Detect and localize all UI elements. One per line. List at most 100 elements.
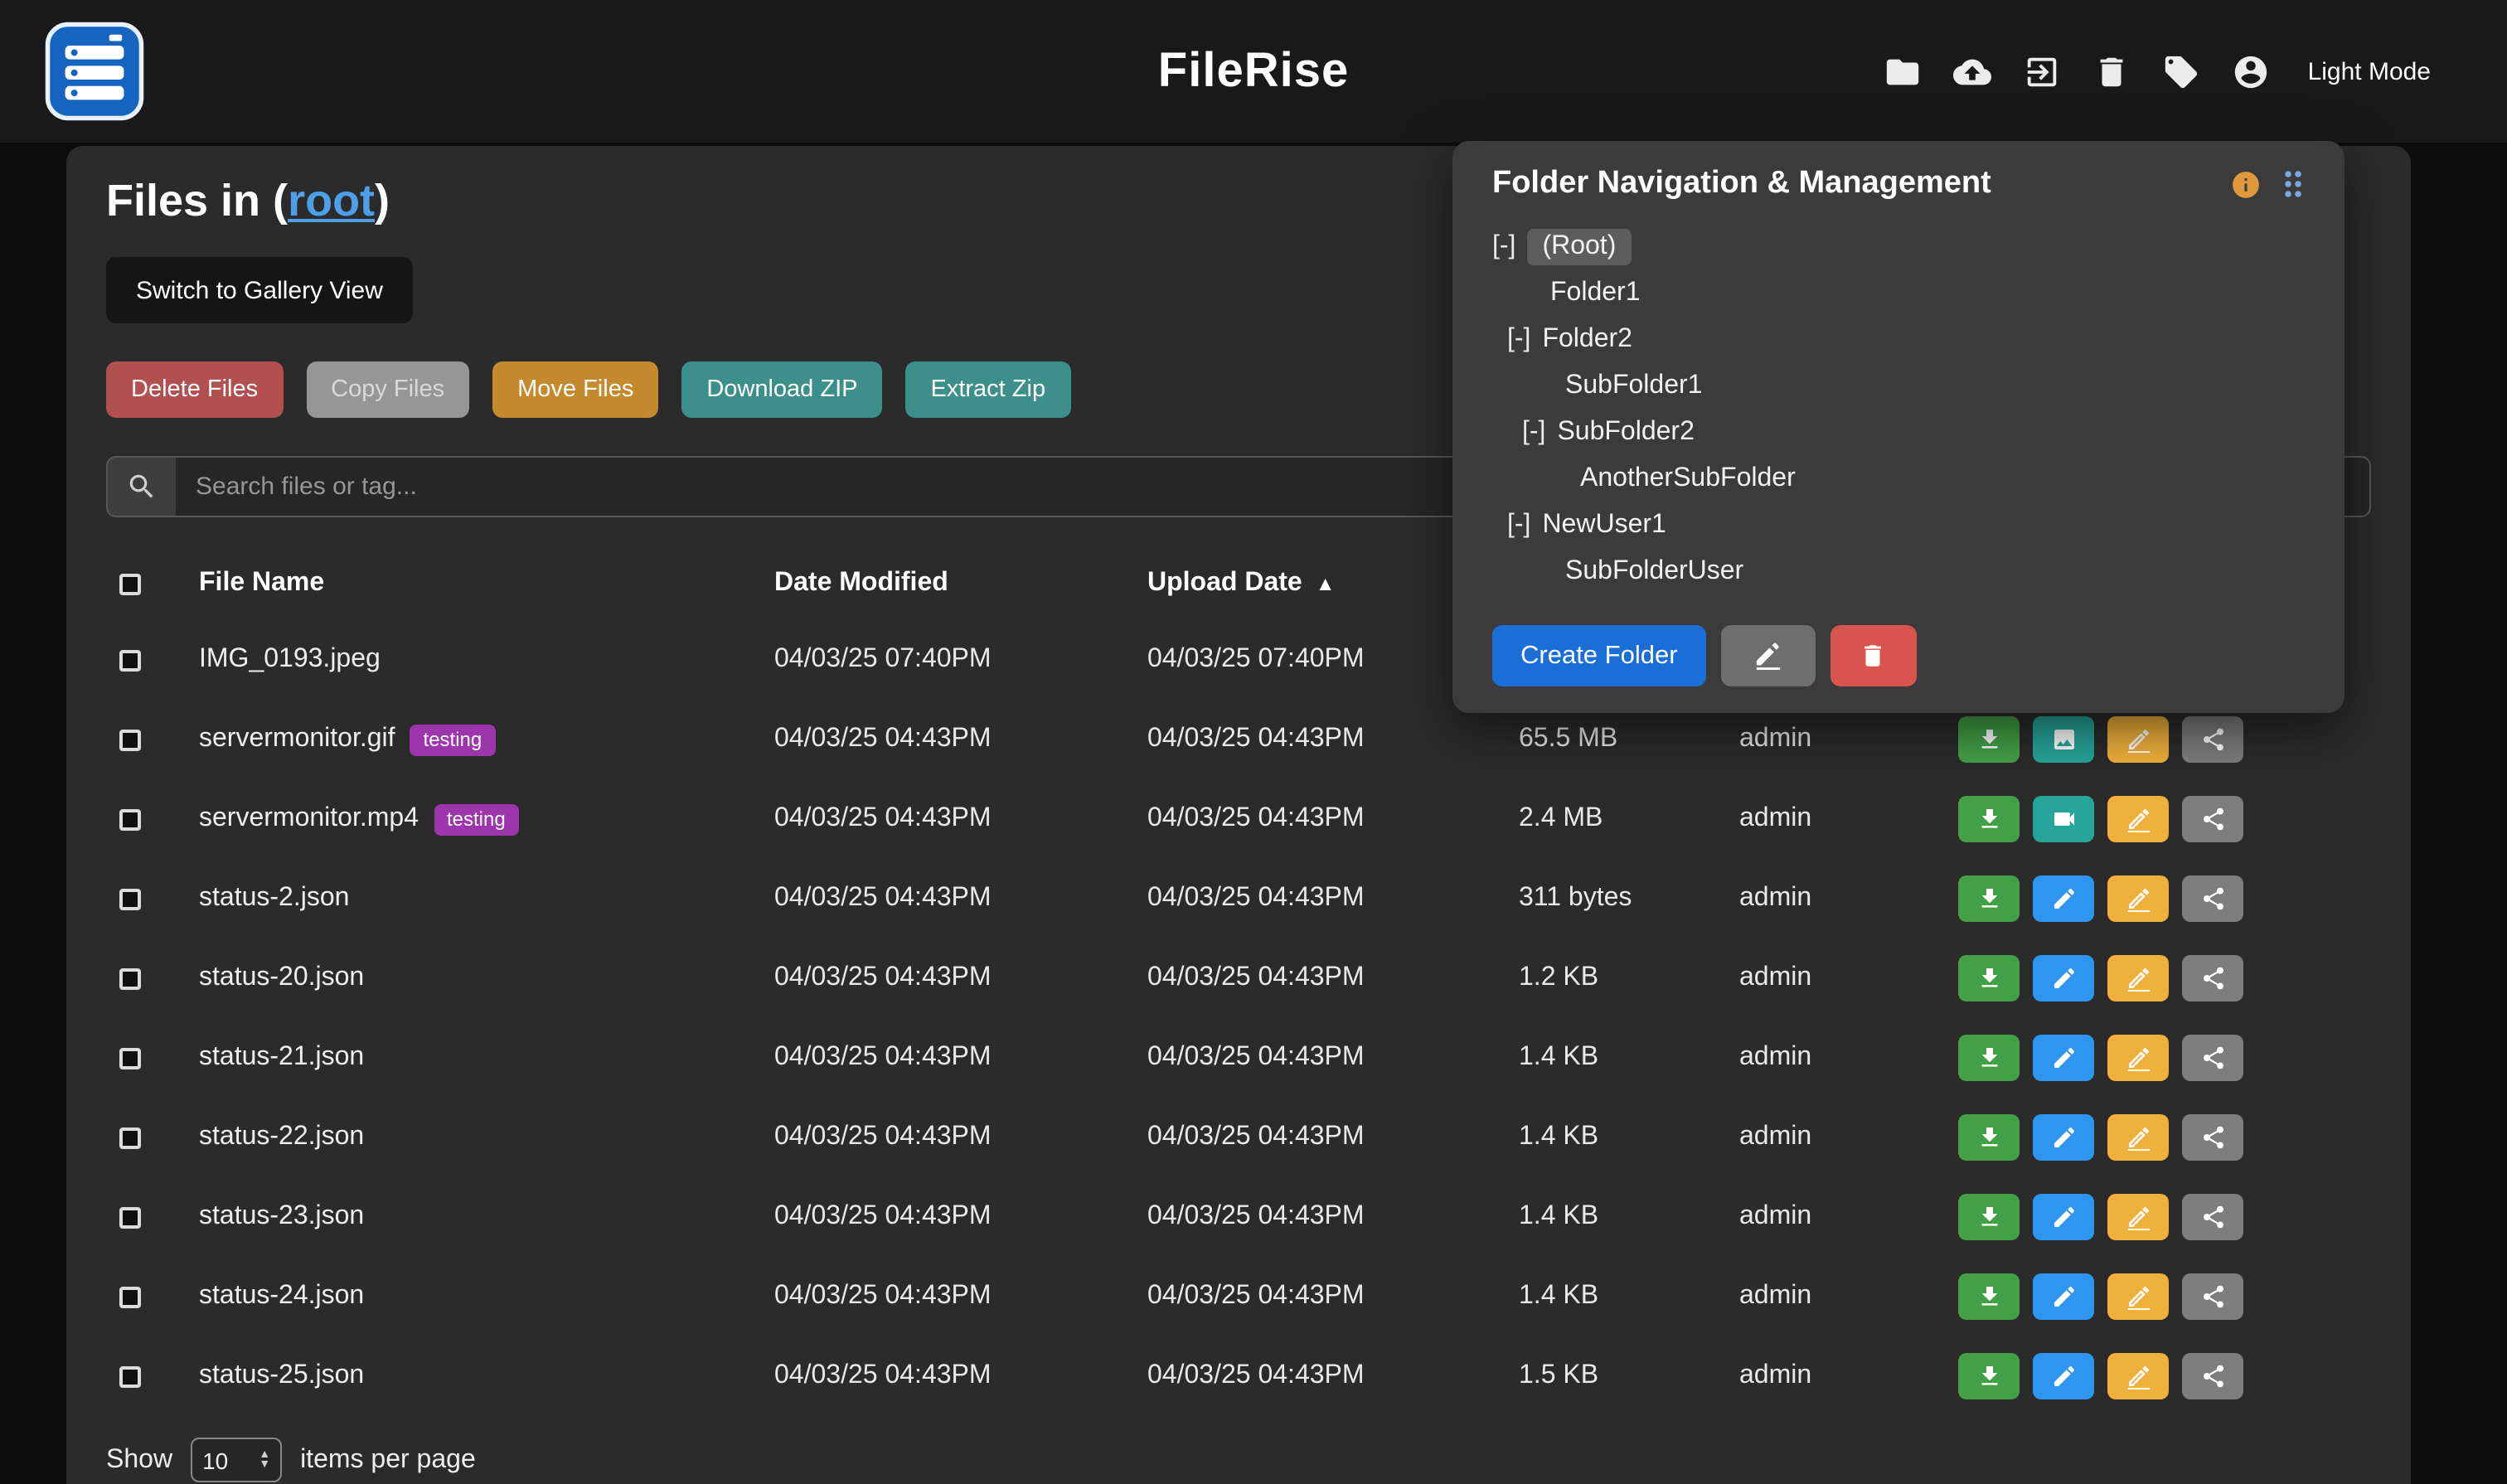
share-button[interactable] <box>2182 716 2243 763</box>
edit-button[interactable] <box>2033 1035 2094 1081</box>
sort-ascending-icon[interactable]: ▲ <box>1316 572 1336 595</box>
file-tag-badge: testing <box>410 724 496 755</box>
tree-item[interactable]: [-] NewUser1 <box>1492 502 2305 549</box>
drag-handle-icon[interactable] <box>2282 167 2305 201</box>
select-checkbox[interactable] <box>119 1206 141 1228</box>
download-button[interactable] <box>1958 1353 2020 1399</box>
collapse-toggle[interactable]: [-] <box>1492 232 1515 262</box>
share-button[interactable] <box>2182 1194 2243 1240</box>
info-icon[interactable] <box>2230 168 2262 200</box>
download-button[interactable] <box>1958 1273 2020 1320</box>
file-name-cell: status-25.json <box>199 1361 774 1391</box>
tree-item[interactable]: AnotherSubFolder <box>1492 456 2305 502</box>
folder-icon[interactable] <box>1884 52 1922 90</box>
tree-item[interactable]: SubFolderUser <box>1492 549 2305 595</box>
file-tag-badge: testing <box>434 803 519 835</box>
select-checkbox[interactable] <box>119 729 141 750</box>
folder-label[interactable]: SubFolder2 <box>1557 418 1694 448</box>
rename-button[interactable] <box>2107 1273 2169 1320</box>
collapse-toggle[interactable]: [-] <box>1507 511 1530 541</box>
collapse-toggle[interactable]: [-] <box>1522 418 1545 448</box>
rename-folder-button[interactable] <box>1721 625 1816 686</box>
tree-item[interactable]: [-] (Root) <box>1492 224 2305 270</box>
share-button[interactable] <box>2182 1273 2243 1320</box>
rename-button[interactable] <box>2107 796 2169 842</box>
folder-label[interactable]: SubFolder1 <box>1565 371 1702 401</box>
delete-folder-button[interactable] <box>1831 625 1917 686</box>
folder-label[interactable]: NewUser1 <box>1542 511 1666 541</box>
download-button[interactable] <box>1958 1194 2020 1240</box>
select-checkbox[interactable] <box>119 888 141 909</box>
tree-item[interactable]: Folder1 <box>1492 270 2305 317</box>
share-button[interactable] <box>2182 875 2243 922</box>
trash-icon[interactable] <box>2092 52 2131 90</box>
logout-icon[interactable] <box>2023 52 2061 90</box>
collapse-toggle[interactable]: [-] <box>1507 325 1530 355</box>
preview-image-button[interactable] <box>2033 716 2094 763</box>
cloud-upload-icon[interactable] <box>1953 52 1991 90</box>
tree-item[interactable]: [-] Folder2 <box>1492 317 2305 363</box>
select-checkbox[interactable] <box>119 649 141 671</box>
select-checkbox[interactable] <box>119 808 141 830</box>
uploader-cell: admin <box>1739 1282 1958 1312</box>
tag-icon[interactable] <box>2162 52 2200 90</box>
folder-label[interactable]: SubFolderUser <box>1565 557 1743 587</box>
rename-button[interactable] <box>2107 955 2169 1001</box>
share-button[interactable] <box>2182 1035 2243 1081</box>
row-checkbox-cell <box>106 1047 199 1069</box>
upload-date-cell: 04/03/25 04:43PM <box>1147 1361 1519 1391</box>
move-files-button[interactable]: Move Files <box>492 361 658 418</box>
root-folder-link[interactable]: root <box>288 176 375 226</box>
file-name-cell: status-2.json <box>199 884 774 914</box>
share-button[interactable] <box>2182 796 2243 842</box>
column-header-file-name[interactable]: File Name <box>199 569 774 599</box>
select-checkbox[interactable] <box>119 1365 141 1387</box>
select-checkbox[interactable] <box>119 1286 141 1307</box>
items-per-page-select[interactable]: 10 ▲▼ <box>191 1438 282 1482</box>
share-button[interactable] <box>2182 1353 2243 1399</box>
account-icon[interactable] <box>2232 52 2270 90</box>
delete-files-button[interactable]: Delete Files <box>106 361 283 418</box>
select-checkbox[interactable] <box>119 968 141 989</box>
download-button[interactable] <box>1958 955 2020 1001</box>
rename-button[interactable] <box>2107 1114 2169 1161</box>
rename-button[interactable] <box>2107 1035 2169 1081</box>
extract-zip-button[interactable]: Extract Zip <box>906 361 1071 418</box>
create-folder-button[interactable]: Create Folder <box>1492 625 1706 686</box>
rename-button[interactable] <box>2107 716 2169 763</box>
rename-button[interactable] <box>2107 1194 2169 1240</box>
copy-files-button[interactable]: Copy Files <box>306 361 469 418</box>
edit-button[interactable] <box>2033 1273 2094 1320</box>
download-button[interactable] <box>1958 1114 2020 1161</box>
tree-item[interactable]: [-] SubFolder2 <box>1492 410 2305 456</box>
select-checkbox[interactable] <box>119 1047 141 1069</box>
rename-button[interactable] <box>2107 875 2169 922</box>
edit-button[interactable] <box>2033 955 2094 1001</box>
download-button[interactable] <box>1958 875 2020 922</box>
folder-label[interactable]: (Root) <box>1527 229 1631 265</box>
download-button[interactable] <box>1958 796 2020 842</box>
edit-button[interactable] <box>2033 875 2094 922</box>
download-zip-button[interactable]: Download ZIP <box>681 361 882 418</box>
rename-button[interactable] <box>2107 1353 2169 1399</box>
share-button[interactable] <box>2182 1114 2243 1161</box>
tree-item[interactable]: SubFolder1 <box>1492 363 2305 410</box>
edit-button[interactable] <box>2033 1194 2094 1240</box>
theme-toggle[interactable]: Light Mode <box>2308 57 2431 85</box>
file-name: status-23.json <box>199 1202 364 1232</box>
folder-label[interactable]: Folder2 <box>1542 325 1632 355</box>
preview-video-button[interactable] <box>2033 796 2094 842</box>
column-header-date-modified[interactable]: Date Modified <box>774 569 1147 599</box>
select-checkbox[interactable] <box>119 1127 141 1148</box>
share-button[interactable] <box>2182 955 2243 1001</box>
download-button[interactable] <box>1958 716 2020 763</box>
gallery-view-button[interactable]: Switch to Gallery View <box>106 257 413 323</box>
folder-label[interactable]: AnotherSubFolder <box>1580 464 1796 494</box>
folder-tree: [-] (Root) Folder1 [-] Folder2 SubFolder1 [-] S… <box>1492 224 2305 595</box>
app-logo-icon[interactable] <box>43 20 146 123</box>
edit-button[interactable] <box>2033 1114 2094 1161</box>
folder-label[interactable]: Folder1 <box>1550 279 1641 308</box>
edit-button[interactable] <box>2033 1353 2094 1399</box>
download-button[interactable] <box>1958 1035 2020 1081</box>
select-all-checkbox[interactable] <box>119 573 141 594</box>
